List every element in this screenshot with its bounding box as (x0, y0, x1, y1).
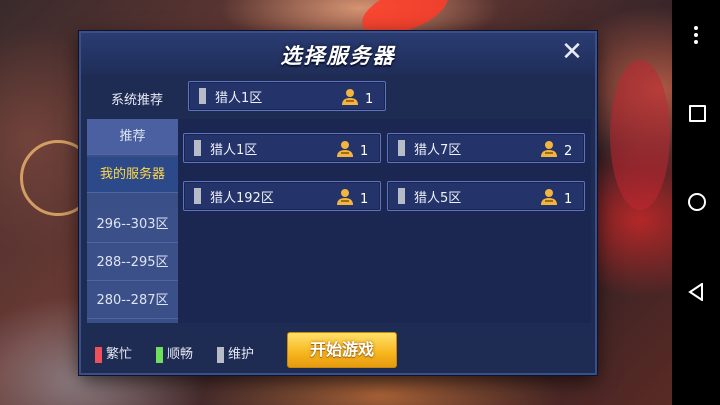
close-icon: ✕ (561, 37, 583, 67)
server-select-dialog: 选择服务器 ✕ 系统推荐 猎人1区 1 推荐 我的服务器 296--303区 2… (79, 31, 597, 375)
start-game-button[interactable]: 开始游戏 (287, 332, 397, 368)
legend-maintenance: 维护 (217, 343, 254, 363)
legend-swatch-smooth (156, 346, 163, 363)
player-count: 1 (564, 192, 573, 207)
legend-swatch-busy (95, 346, 102, 363)
legend-label: 维护 (228, 347, 255, 362)
server-card[interactable]: 猎人1区 1 (183, 133, 381, 163)
server-name: 猎人1区 (210, 143, 258, 158)
legend-smooth: 顺畅 (156, 343, 193, 363)
close-button[interactable]: ✕ (559, 39, 585, 65)
sidebar-item-my-servers[interactable]: 我的服务器 (87, 157, 178, 193)
server-card[interactable]: 猎人192区 1 (183, 181, 381, 211)
more-vert-icon[interactable] (694, 26, 698, 47)
player-count: 1 (360, 144, 369, 159)
player-icon (342, 89, 358, 105)
server-card[interactable]: 猎人5区 1 (387, 181, 585, 211)
player-count: 1 (360, 192, 369, 207)
legend-busy: 繁忙 (95, 343, 132, 363)
player-icon (337, 141, 353, 157)
server-card[interactable]: 猎人7区 2 (387, 133, 585, 163)
status-indicator (194, 188, 201, 204)
recommended-label: 系统推荐 (110, 93, 163, 108)
sidebar-item-recommended[interactable]: 推荐 (87, 119, 178, 155)
back-triangle-icon[interactable] (688, 283, 704, 301)
sidebar-item-range-296-303[interactable]: 296--303区 (87, 207, 178, 243)
legend-label: 顺畅 (167, 347, 194, 362)
status-indicator (194, 140, 201, 156)
legend-swatch-maintenance (217, 346, 224, 363)
status-indicator (398, 188, 405, 204)
sidebar-item-range-280-287[interactable]: 280--287区 (87, 283, 178, 319)
home-circle-icon[interactable] (688, 193, 706, 211)
server-group-sidebar: 推荐 我的服务器 296--303区 288--295区 280--287区 (87, 119, 178, 323)
server-name: 猎人1区 (215, 91, 263, 106)
player-icon (541, 189, 557, 205)
dialog-title: 选择服务器 (280, 44, 396, 68)
player-icon (337, 189, 353, 205)
player-count: 1 (365, 92, 374, 107)
legend-label: 繁忙 (106, 347, 133, 362)
player-icon (541, 141, 557, 157)
server-name: 猎人192区 (210, 191, 274, 206)
recents-square-icon[interactable] (689, 105, 706, 122)
sidebar-item-range-288-295[interactable]: 288--295区 (87, 245, 178, 281)
recommended-server-card[interactable]: 猎人1区 1 (188, 81, 386, 111)
status-indicator (199, 88, 206, 104)
server-name: 猎人7区 (414, 143, 462, 158)
system-navigation-bar (672, 0, 720, 405)
background-flare (610, 60, 670, 210)
player-count: 2 (564, 144, 573, 159)
server-name: 猎人5区 (414, 191, 462, 206)
status-indicator (398, 140, 405, 156)
